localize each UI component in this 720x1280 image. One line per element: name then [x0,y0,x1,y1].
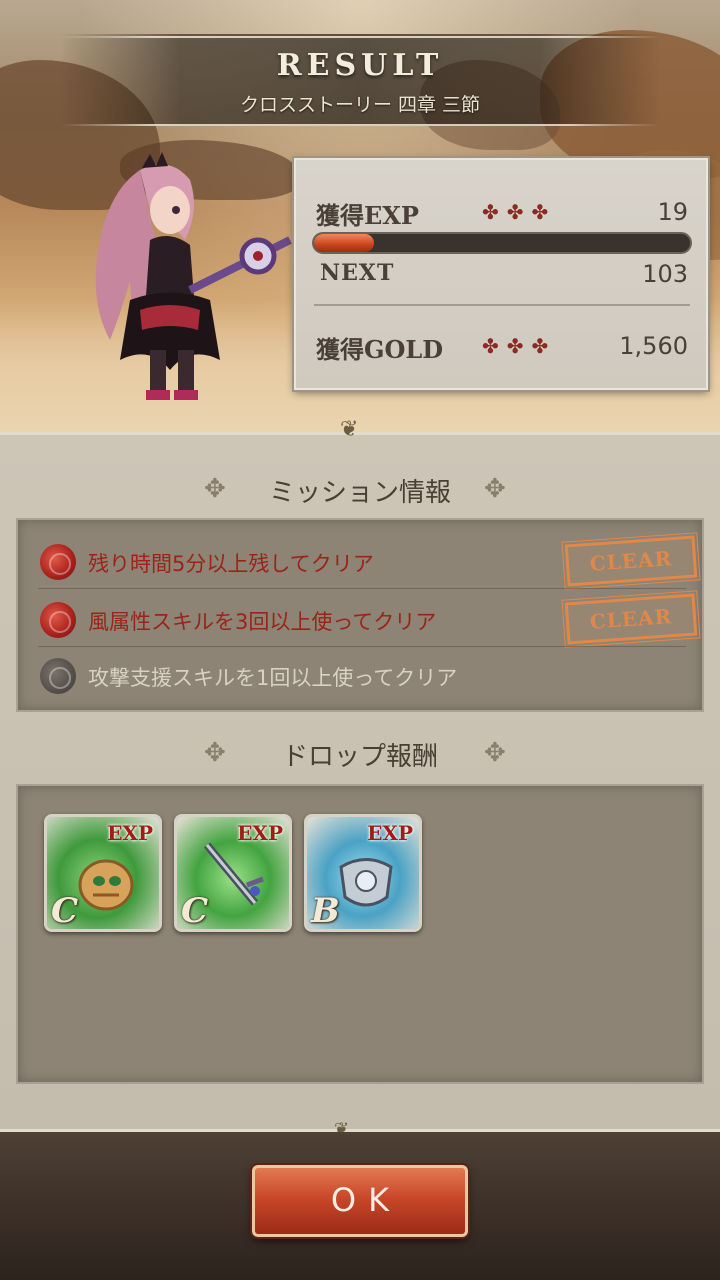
ornament-stars: ✤✤✤ [482,200,557,224]
mission-section-title: ミッション情報 [268,478,451,508]
diamond-ornament-icon: ✥ [484,738,506,768]
rank-badge: C [181,891,209,931]
exp-progress-bar [312,232,692,254]
exp-progress-fill [314,234,375,252]
stage-subtitle: クロスストーリー 四章 三節 [239,94,481,116]
mission-text: 残り時間5分以上残してクリア [88,552,374,576]
mission-item: 攻撃支援スキルを1回以上使ってクリア [18,648,706,704]
exp-tag: EXP [107,821,153,845]
exp-label: 獲得EXP [316,201,419,230]
gold-value: 1,560 [619,332,688,360]
clear-stamp: CLEAR [561,589,701,649]
mission-item: 風属性スキルを3回以上使ってクリア CLEAR [18,589,706,649]
next-label: NEXT [320,260,395,286]
mission-text: 風属性スキルを3回以上使ってクリア [88,610,437,634]
rank-badge: C [51,891,79,931]
drop-item[interactable]: EXP C [174,814,292,932]
ornament-stars: ✤✤✤ [482,334,557,358]
character-sprite [95,152,292,400]
drop-reward-list: EXP C EXP C EXP B [16,784,704,1084]
reward-stats-panel: 獲得EXP ✤✤✤ 19 NEXT 103 獲得GOLD ✤✤✤ 1,560 [294,158,708,390]
drop-section-title: ドロップ報酬 [281,742,438,772]
stats-divider [314,304,690,306]
armor-icon [339,858,393,907]
result-title: RESULT [276,48,444,83]
ok-button[interactable]: OK [252,1165,468,1237]
header-divider [60,124,660,126]
exp-tag: EXP [237,821,283,845]
diamond-ornament-icon: ✥ [484,474,506,504]
mission-item: 残り時間5分以上残してクリア CLEAR [18,531,706,591]
mission-divider [38,588,686,589]
mission-divider [38,646,686,647]
shield-icon [78,859,134,911]
drop-item[interactable]: EXP C [44,814,162,932]
lotus-ornament-icon: ❦ [340,417,359,442]
gold-label: 獲得GOLD [316,335,444,364]
exp-value: 19 [657,198,688,226]
mission-text: 攻撃支援スキルを1回以上使ってクリア [88,666,458,690]
rose-icon [40,658,76,694]
drop-item[interactable]: EXP B [304,814,422,932]
next-value: 103 [642,260,688,288]
mission-list: 残り時間5分以上残してクリア CLEAR 風属性スキルを3回以上使ってクリア C… [16,518,704,712]
rank-badge: B [311,891,340,931]
clear-stamp: CLEAR [561,531,701,591]
exp-tag: EXP [367,821,413,845]
rose-icon [40,602,76,638]
header-divider [60,36,660,38]
rose-icon [40,544,76,580]
